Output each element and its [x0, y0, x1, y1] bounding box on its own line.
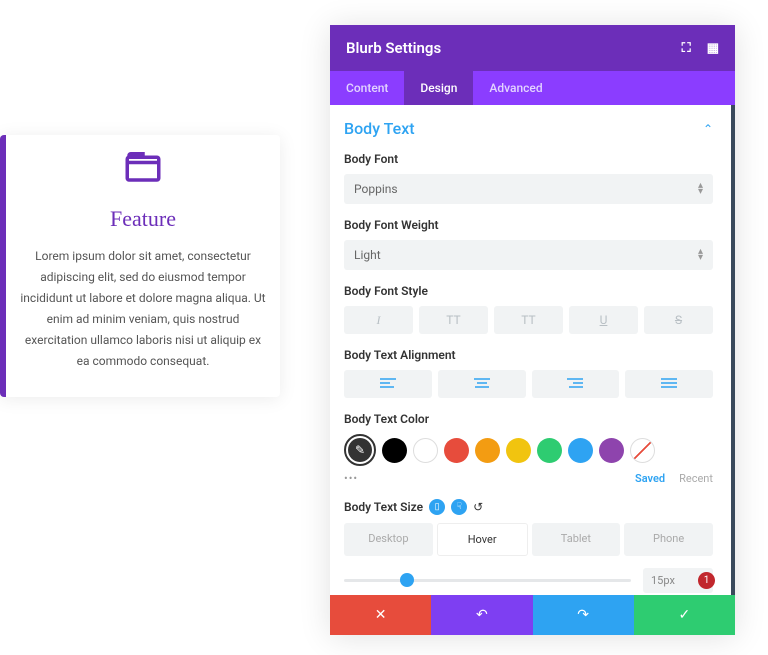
field-body-font: Body Font Poppins ▴▾	[344, 152, 713, 204]
align-right-button[interactable]	[532, 370, 620, 398]
text-size-heading: Body Text Size ▯ ☟ ↺	[344, 499, 713, 515]
settings-panel: Blurb Settings ⛶ ▦ Content Design Advanc…	[330, 25, 735, 635]
italic-button[interactable]: I	[344, 306, 413, 334]
saved-colors-tab[interactable]: Saved	[635, 472, 665, 485]
preview-card: Feature Lorem ipsum dolor sit amet, cons…	[0, 135, 280, 397]
align-center-button[interactable]	[438, 370, 526, 398]
chevron-up-icon: ⌃	[703, 122, 713, 136]
phone-icon[interactable]: ▯	[429, 499, 445, 515]
panel-footer: ✕ ↶ ↷ ✓	[330, 595, 735, 635]
preview-title: Feature	[6, 206, 280, 232]
grid-icon[interactable]: ▦	[707, 41, 719, 56]
alignment-label: Body Text Alignment	[344, 348, 713, 362]
field-text-alignment: Body Text Alignment	[344, 348, 713, 398]
alignment-row	[344, 370, 713, 398]
responsive-tabs: Desktop Hover Tablet Phone	[344, 523, 713, 556]
tab-advanced[interactable]: Advanced	[473, 71, 558, 105]
body-font-weight-value: Light	[354, 248, 381, 262]
text-size-label: Body Text Size	[344, 500, 423, 514]
field-body-font-style: Body Font Style I TT TT U S	[344, 284, 713, 334]
text-size-slider-row: 15px 1	[344, 568, 713, 593]
body-font-label: Body Font	[344, 152, 713, 166]
recent-colors-tab[interactable]: Recent	[679, 472, 713, 485]
color-swatch-green[interactable]	[537, 438, 562, 463]
field-body-font-weight: Body Font Weight Light ▴▾	[344, 218, 713, 270]
body-font-weight-select[interactable]: Light ▴▾	[344, 240, 713, 270]
color-sub-row: ••• Saved Recent	[344, 472, 713, 485]
color-swatch-yellow[interactable]	[506, 438, 531, 463]
expand-icon[interactable]: ⛶	[682, 41, 691, 56]
panel-title: Blurb Settings	[346, 39, 441, 57]
color-swatches: ✎	[344, 434, 713, 466]
align-left-button[interactable]	[344, 370, 432, 398]
field-text-color: Body Text Color ✎ ••• Saved Recent	[344, 412, 713, 485]
resp-tab-tablet[interactable]: Tablet	[532, 523, 621, 556]
annotation-badge-1: 1	[698, 572, 715, 589]
color-swatch-blue[interactable]	[568, 438, 593, 463]
color-swatch-orange[interactable]	[475, 438, 500, 463]
select-arrows-icon: ▴▾	[698, 183, 703, 195]
resp-tab-desktop[interactable]: Desktop	[344, 523, 433, 556]
uppercase-button[interactable]: TT	[419, 306, 488, 334]
panel-body: Body Text ⌃ Body Font Poppins ▴▾ Body Fo…	[330, 105, 735, 595]
more-dots-icon[interactable]: •••	[344, 472, 358, 485]
smallcaps-button[interactable]: TT	[494, 306, 563, 334]
tab-content[interactable]: Content	[330, 71, 404, 105]
body-font-select[interactable]: Poppins ▴▾	[344, 174, 713, 204]
preview-body-text: Lorem ipsum dolor sit amet, consectetur …	[6, 246, 280, 372]
align-justify-button[interactable]	[625, 370, 713, 398]
slider-thumb[interactable]	[400, 573, 414, 587]
strikethrough-button[interactable]: S	[644, 306, 713, 334]
panel-header: Blurb Settings ⛶ ▦	[330, 25, 735, 71]
field-text-size: Body Text Size ▯ ☟ ↺ Desktop Hover Table…	[344, 499, 713, 593]
folder-icon	[122, 145, 164, 191]
body-font-style-label: Body Font Style	[344, 284, 713, 298]
reset-icon[interactable]: ↺	[473, 500, 483, 514]
body-font-weight-label: Body Font Weight	[344, 218, 713, 232]
select-arrows-icon: ▴▾	[698, 249, 703, 261]
panel-header-actions: ⛶ ▦	[682, 41, 719, 56]
color-picker-swatch[interactable]: ✎	[344, 434, 376, 466]
resp-tab-hover[interactable]: Hover	[437, 523, 528, 556]
preview-icon-wrap	[6, 135, 280, 206]
underline-button[interactable]: U	[569, 306, 638, 334]
color-swatch-purple[interactable]	[599, 438, 624, 463]
resp-tab-phone[interactable]: Phone	[624, 523, 713, 556]
color-swatch-none[interactable]	[630, 438, 655, 463]
font-style-row: I TT TT U S	[344, 306, 713, 334]
tab-design[interactable]: Design	[404, 71, 473, 105]
color-swatch-white[interactable]	[413, 438, 438, 463]
section-header-body-text[interactable]: Body Text ⌃	[344, 119, 713, 138]
body-font-value: Poppins	[354, 182, 398, 196]
panel-tabs: Content Design Advanced	[330, 71, 735, 105]
text-color-label: Body Text Color	[344, 412, 713, 426]
undo-button[interactable]: ↶	[431, 595, 532, 635]
text-size-slider[interactable]	[344, 579, 631, 582]
color-swatch-red[interactable]	[444, 438, 469, 463]
redo-button[interactable]: ↷	[533, 595, 634, 635]
section-title: Body Text	[344, 119, 415, 138]
color-swatch-black[interactable]	[382, 438, 407, 463]
save-button[interactable]: ✓	[634, 595, 735, 635]
hover-icon[interactable]: ☟	[451, 499, 467, 515]
cancel-button[interactable]: ✕	[330, 595, 431, 635]
